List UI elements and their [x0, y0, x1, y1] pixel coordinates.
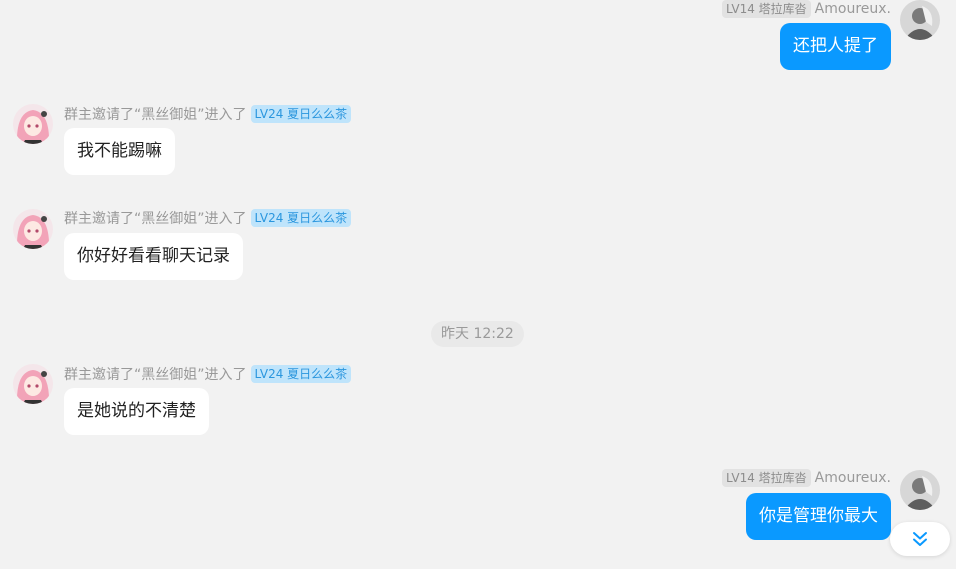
sender-name[interactable]: Amoureux.: [815, 1, 891, 17]
user-avatar-icon[interactable]: [900, 470, 940, 510]
level-badge: LV24 夏日么么茶: [250, 209, 352, 227]
anime-girl-avatar-icon[interactable]: [13, 364, 53, 404]
message-header: 群主邀请了“黑丝御姐”进入了 LV24 夏日么么茶: [64, 364, 352, 384]
timestamp-divider: 昨天 12:22: [431, 321, 524, 347]
double-chevron-down-icon: [913, 532, 927, 546]
level-badge: LV14 塔拉库沓: [722, 469, 811, 487]
message-bubble[interactable]: 你是管理你最大: [746, 493, 891, 540]
chat-message-area[interactable]: LV14 塔拉库沓 Amoureux. 还把人提了 群主邀请了“黑丝御姐”进入了…: [0, 0, 956, 569]
level-badge: LV14 塔拉库沓: [722, 0, 811, 18]
level-badge: LV24 夏日么么茶: [250, 105, 352, 123]
sender-name[interactable]: 群主邀请了“黑丝御姐”进入了: [64, 104, 247, 124]
message-bubble[interactable]: 你好好看看聊天记录: [64, 233, 243, 280]
anime-girl-avatar-icon[interactable]: [13, 104, 53, 144]
level-badge: LV24 夏日么么茶: [250, 365, 352, 383]
message-bubble[interactable]: 我不能踢嘛: [64, 128, 175, 175]
sender-name[interactable]: 群主邀请了“黑丝御姐”进入了: [64, 364, 247, 384]
sender-name[interactable]: 群主邀请了“黑丝御姐”进入了: [64, 208, 247, 228]
anime-girl-avatar-icon[interactable]: [13, 209, 53, 249]
message-header: LV14 塔拉库沓 Amoureux.: [722, 469, 891, 487]
message-header: 群主邀请了“黑丝御姐”进入了 LV24 夏日么么茶: [64, 104, 352, 124]
sender-name[interactable]: Amoureux.: [815, 470, 891, 486]
message-header: LV14 塔拉库沓 Amoureux.: [722, 0, 891, 18]
message-bubble[interactable]: 是她说的不清楚: [64, 388, 209, 435]
user-avatar-icon[interactable]: [900, 0, 940, 40]
message-bubble[interactable]: 还把人提了: [780, 23, 891, 70]
message-header: 群主邀请了“黑丝御姐”进入了 LV24 夏日么么茶: [64, 208, 352, 228]
scroll-to-bottom-button[interactable]: [890, 522, 950, 556]
